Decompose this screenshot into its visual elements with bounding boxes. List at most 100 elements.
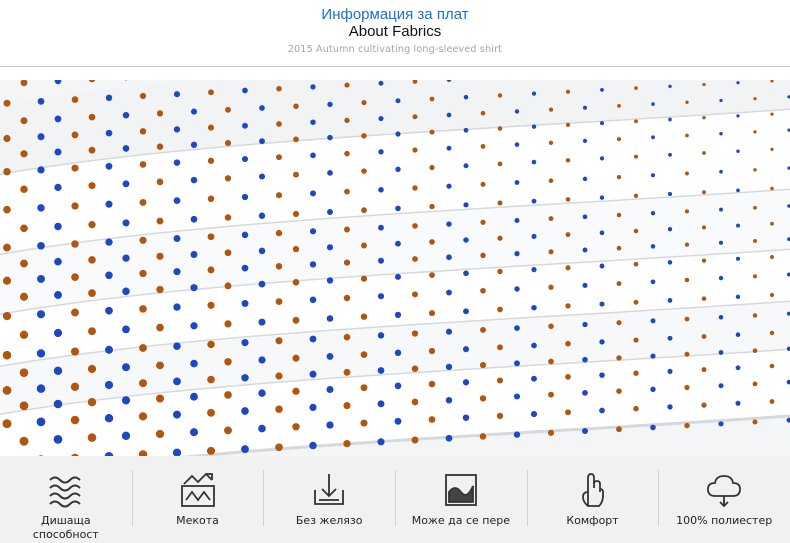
fabric-dot — [479, 362, 487, 369]
fabric-dot — [224, 358, 232, 366]
fabric-dot — [122, 219, 130, 227]
fabric-dot — [275, 337, 283, 345]
fabric-dot — [258, 280, 266, 288]
fabric-dot — [701, 367, 707, 373]
fabric-dot — [105, 345, 113, 354]
fabric-dot — [650, 386, 656, 392]
fabric-dot — [258, 424, 266, 433]
fabric-dot — [395, 98, 401, 104]
fabric-dot — [309, 403, 317, 412]
fabric-dot — [327, 101, 333, 108]
fabric-dot — [190, 108, 198, 115]
fabric-dot — [276, 121, 282, 127]
fabric-dot — [599, 407, 605, 414]
feature-comfort: Комфорт — [526, 456, 659, 543]
fabric-dot — [360, 313, 368, 320]
fabric-dot — [327, 170, 333, 176]
fabric-dot — [412, 223, 418, 229]
fabric-dot — [88, 113, 96, 121]
fabric-dot — [173, 268, 181, 276]
fabric-dot — [360, 384, 368, 392]
fabric-dot — [633, 261, 639, 267]
fabric-dot — [138, 412, 148, 421]
fabric-dot — [241, 407, 249, 415]
fabric-dot — [394, 382, 402, 390]
fabric-dot — [547, 429, 555, 436]
fabric-dot — [71, 240, 79, 248]
fabric-dot — [105, 129, 113, 137]
fabric-dot — [685, 133, 689, 138]
fabric-dot — [87, 364, 97, 374]
fabric-dot — [548, 178, 554, 184]
fabric-dot — [189, 428, 199, 437]
fabric-dot — [207, 266, 215, 274]
fabric-dot — [685, 171, 689, 176]
fabric-dot — [531, 124, 537, 129]
fabric-dot — [241, 264, 249, 272]
fabric-dot — [463, 270, 469, 277]
fabric-dot — [497, 306, 503, 313]
fabric-dot — [702, 115, 706, 120]
fabric-dot — [378, 149, 384, 155]
fabric-dot — [582, 214, 588, 220]
fabric-dot — [600, 121, 604, 126]
fabric-dot — [616, 355, 622, 361]
fabric-dot — [139, 344, 147, 352]
no-iron-icon — [309, 470, 349, 510]
fabric-dot — [377, 332, 385, 339]
fabric-dot — [105, 162, 113, 170]
fabric-dot — [36, 417, 46, 427]
fabric-dot — [155, 394, 165, 403]
softness-icon — [178, 470, 218, 510]
fabric-dot — [701, 296, 707, 301]
fabric-dot — [309, 335, 317, 343]
fabric-dot — [548, 216, 554, 222]
fabric-dot — [633, 154, 639, 159]
fabric-dot — [87, 433, 97, 442]
fabric-dot — [736, 188, 740, 193]
fabric-dot — [600, 88, 604, 92]
fabric-dot — [292, 423, 300, 431]
title-bulgarian: Информация за плат — [321, 6, 469, 23]
fabric-dot — [105, 238, 113, 246]
fabric-dot — [752, 274, 758, 279]
fabric-dot — [71, 164, 79, 172]
fabric-dot — [719, 207, 723, 212]
fabric-dot — [88, 182, 96, 190]
fabric-dot — [497, 93, 503, 98]
fabric-dot — [54, 183, 62, 192]
fabric-dot — [2, 276, 12, 285]
fabric-dot — [429, 239, 435, 245]
fabric-dot — [429, 96, 435, 102]
fabric-dot — [462, 379, 470, 386]
fabric-dot — [173, 91, 181, 98]
fabric-dot — [139, 236, 147, 244]
fabric-dot — [53, 435, 63, 444]
fabric-dot — [173, 377, 181, 386]
fabric-dot — [361, 242, 367, 249]
fabric-dot — [599, 301, 605, 307]
fabric-dot — [37, 133, 45, 141]
fabric-dot — [224, 320, 232, 328]
fabric-dot — [445, 396, 453, 404]
fabric-dot — [445, 363, 453, 371]
fabric-dot — [548, 391, 554, 398]
fabric-dot — [412, 114, 418, 120]
fabric-dot — [2, 419, 12, 429]
fabric-dot — [582, 176, 588, 182]
fabric-dot — [634, 119, 638, 124]
fabric-dot — [531, 342, 537, 349]
feature-breathable: Дишаща способност — [0, 456, 132, 543]
fabric-dot — [480, 181, 486, 187]
fabric-dot — [327, 209, 333, 215]
fabric-dot — [122, 145, 130, 152]
fabric-dot — [241, 300, 249, 307]
fabric-dot — [71, 202, 79, 210]
fabric-dot — [378, 224, 384, 231]
fabric-dot — [122, 180, 130, 188]
fabric-dot — [719, 131, 723, 136]
fabric-dot — [497, 268, 503, 275]
fabric-dot — [429, 164, 435, 171]
fabric-dot — [684, 422, 690, 429]
fabric-dot — [190, 359, 198, 368]
